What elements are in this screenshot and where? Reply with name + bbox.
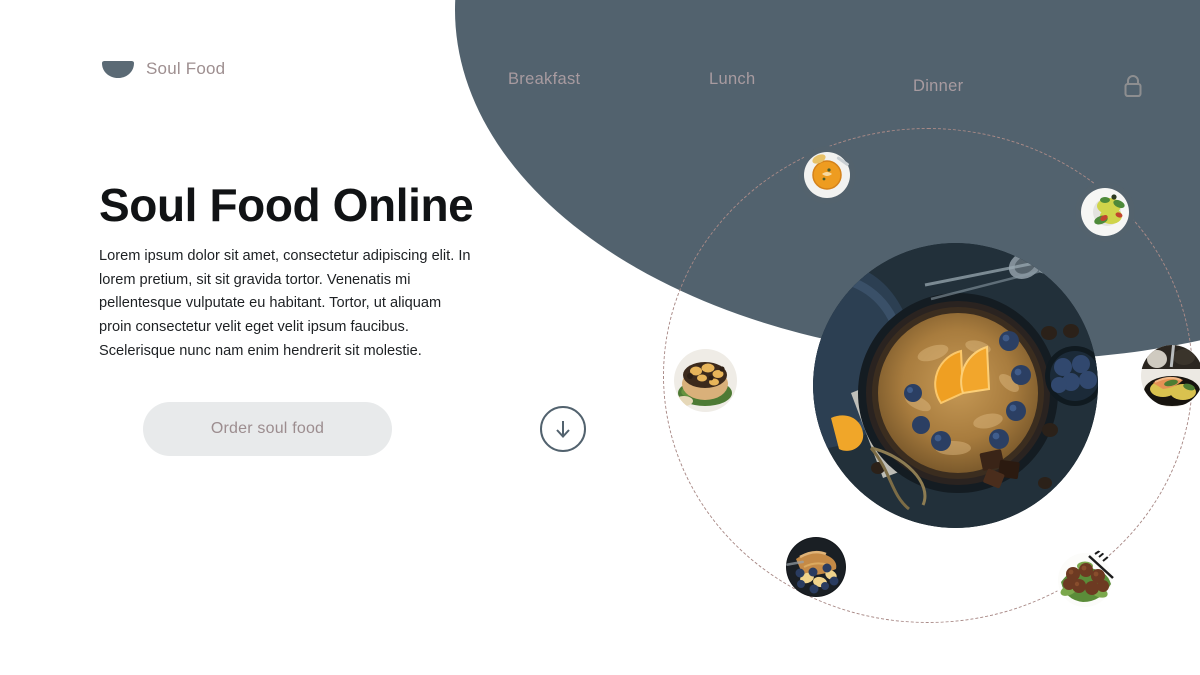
hero-description: Lorem ipsum dolor sit amet, consectetur … [99, 248, 471, 359]
thumbnail-meatballs-on-greens[interactable] [1055, 548, 1117, 610]
page-title: Soul Food Online [99, 179, 474, 231]
thumbnail-pumpkin-soup-bowl[interactable] [798, 146, 856, 204]
hero-food-image[interactable] [813, 243, 1098, 528]
thumbnail-blueberry-banana-toast[interactable] [786, 537, 846, 597]
thumbnail-stuffed-burger[interactable] [674, 349, 737, 412]
nav-item-lunch[interactable]: Lunch [709, 70, 755, 89]
nav-item-breakfast[interactable]: Breakfast [508, 70, 580, 89]
thumbnail-salmon-grain-plate[interactable] [1141, 345, 1200, 407]
nav-item-dinner[interactable]: Dinner [913, 77, 963, 96]
landing-page: Soul Food Breakfast Lunch Dinner Soul Fo… [0, 0, 1200, 675]
main-navigation: Breakfast Lunch Dinner [0, 0, 1200, 130]
arrow-down-circle-icon[interactable] [540, 406, 586, 452]
thumbnail-rice-salad-plate[interactable] [1075, 182, 1135, 242]
order-soul-food-button[interactable]: Order soul food [143, 402, 392, 456]
lock-icon[interactable] [1122, 74, 1144, 99]
